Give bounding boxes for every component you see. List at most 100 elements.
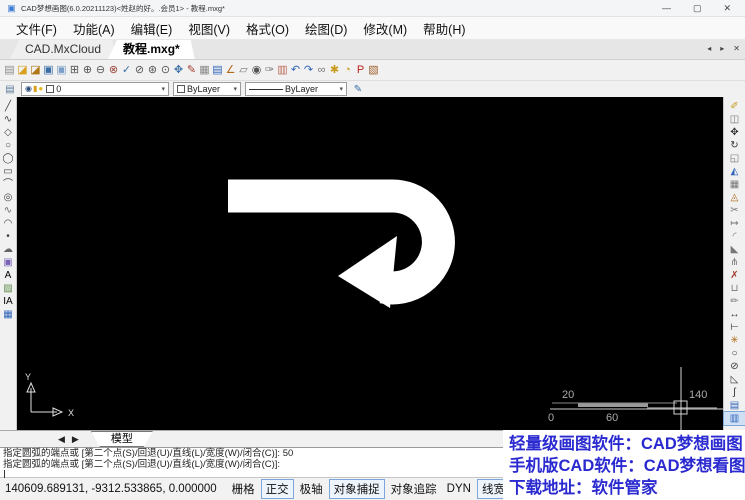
menu-file[interactable]: 文件(F) — [8, 19, 65, 38]
draw-donut-icon[interactable]: ◎ — [0, 191, 16, 204]
menu-edit[interactable]: 编辑(E) — [123, 19, 181, 38]
close-button[interactable]: ✕ — [723, 1, 731, 16]
menu-help[interactable]: 帮助(H) — [415, 19, 473, 38]
draw-rectangle-icon[interactable]: ▭ — [0, 165, 16, 178]
draw-ellipse-arc-icon[interactable]: ◠ — [0, 217, 16, 230]
area-icon[interactable]: ▱ — [237, 62, 250, 79]
tab-document[interactable]: 教程.mxg* — [108, 40, 195, 59]
block-icon[interactable]: ▣ — [0, 256, 16, 269]
save-as-icon[interactable]: ▣ — [55, 62, 68, 79]
find-icon[interactable]: ◉ — [250, 62, 263, 79]
rotate-icon[interactable]: ↻ — [724, 139, 745, 152]
regen-icon[interactable]: ▦ — [198, 62, 211, 79]
draw-ellipse-icon[interactable]: ◯ — [0, 152, 16, 165]
layer-dropdown[interactable]: ◉▮● 0 ▾ — [21, 82, 169, 96]
zoom-scale-icon[interactable]: ⊘ — [133, 62, 146, 79]
draw-arc-icon[interactable]: ⌒ — [0, 178, 16, 191]
tab-model[interactable]: 模型 — [91, 431, 153, 447]
move-icon[interactable]: ✥ — [724, 126, 745, 139]
zoom-in-icon[interactable]: ⊕ — [81, 62, 94, 79]
open-file-icon[interactable]: ◪ — [16, 62, 29, 79]
help-about-icon[interactable]: ◔ — [341, 62, 354, 79]
match-properties-icon[interactable]: ✑ — [263, 62, 276, 79]
group-icon[interactable]: ▤ — [724, 399, 745, 412]
redo-icon[interactable]: ↷ — [302, 62, 315, 79]
tab-cad-mxcloud[interactable]: CAD.MxCloud — [10, 40, 116, 59]
text-icon[interactable]: A — [0, 269, 16, 282]
toggle-dyn[interactable]: DYN — [443, 482, 475, 496]
scale-icon[interactable]: ◱ — [724, 152, 745, 165]
layout-next-icon[interactable]: ▶ — [72, 434, 79, 445]
zoom-realtime-icon[interactable]: ⊛ — [146, 62, 159, 79]
draw-spline-icon[interactable]: ∿ — [0, 204, 16, 217]
properties-icon[interactable]: ▥ — [724, 412, 745, 425]
maximize-button[interactable]: ▢ — [693, 1, 702, 16]
tab-scroll-right-icon[interactable]: ▸ — [720, 44, 724, 53]
break-icon[interactable]: ✗ — [724, 269, 745, 282]
edit-spline-icon[interactable]: ʃ — [724, 386, 745, 399]
copy-icon[interactable]: ◫ — [724, 113, 745, 126]
pencil-icon[interactable]: ✎ — [351, 84, 365, 95]
undo-icon[interactable]: ↶ — [289, 62, 302, 79]
stretch-icon[interactable]: ↔ — [724, 308, 745, 321]
menu-format[interactable]: 格式(O) — [238, 19, 297, 38]
draw-line-icon[interactable]: ╱ — [0, 100, 16, 113]
toggle-grid[interactable]: 栅格 — [228, 480, 259, 498]
image-icon[interactable]: ▨ — [0, 282, 16, 295]
minimize-button[interactable]: — — [662, 1, 671, 16]
toggle-ortho[interactable]: 正交 — [261, 479, 294, 499]
drawing-canvas[interactable]: Y X 20 140 0 60 — [17, 97, 723, 430]
toggle-osnap[interactable]: 对象捕捉 — [329, 479, 385, 499]
draw-point-icon[interactable]: • — [0, 230, 16, 243]
zoom-previous-icon[interactable]: ✓ — [120, 62, 133, 79]
chamfer-icon[interactable]: ◣ — [724, 243, 745, 256]
attribute-text-icon[interactable]: IA — [0, 295, 16, 308]
draw-revcloud-icon[interactable]: ☁ — [0, 243, 16, 256]
zoom-extents-icon[interactable]: ⊗ — [107, 62, 120, 79]
zoom-window-icon[interactable]: ⊞ — [68, 62, 81, 79]
erase-icon[interactable]: ✐ — [724, 100, 745, 113]
extend-icon[interactable]: ↦ — [724, 217, 745, 230]
explode-icon[interactable]: ✳ — [724, 334, 745, 347]
settings-icon[interactable]: ✱ — [328, 62, 341, 79]
break-at-point-icon[interactable]: ⋔ — [724, 256, 745, 269]
save-icon[interactable]: ▣ — [42, 62, 55, 79]
fillet-icon[interactable]: ◜ — [724, 230, 745, 243]
edit-polygon-icon[interactable]: ◺ — [724, 373, 745, 386]
color-dropdown[interactable]: ByLayer ▾ — [173, 82, 241, 96]
angle-icon[interactable]: ∠ — [224, 62, 237, 79]
layout-prev-icon[interactable]: ◀ — [58, 434, 65, 445]
hatch-icon[interactable]: ▦ — [0, 308, 16, 321]
menu-draw[interactable]: 绘图(D) — [297, 19, 355, 38]
pan-icon[interactable]: ✥ — [172, 62, 185, 79]
pedit-icon[interactable]: ✏ — [724, 295, 745, 308]
edit-circle-icon[interactable]: ○ — [724, 347, 745, 360]
array-icon[interactable]: ▦ — [724, 178, 745, 191]
edit-ellipse-icon[interactable]: ⊘ — [724, 360, 745, 373]
join-icon[interactable]: ⊔ — [724, 282, 745, 295]
toggle-polar[interactable]: 极轴 — [296, 480, 327, 498]
zoom-object-icon[interactable]: ⊙ — [159, 62, 172, 79]
draw-polyline-icon[interactable]: ∿ — [0, 113, 16, 126]
menu-view[interactable]: 视图(V) — [180, 19, 238, 38]
new-file-icon[interactable]: ▤ — [3, 62, 16, 79]
menu-modify[interactable]: 修改(M) — [355, 19, 415, 38]
mirror-icon[interactable]: ◭ — [724, 165, 745, 178]
open-cloud-icon[interactable]: ◪ — [29, 62, 42, 79]
linetype-dropdown[interactable]: ByLayer ▾ — [245, 82, 347, 96]
measure-icon[interactable]: ✎ — [185, 62, 198, 79]
offset-icon[interactable]: ◬ — [724, 191, 745, 204]
layer-manager-icon[interactable]: ▤ — [3, 84, 17, 95]
tab-scroll-left-icon[interactable]: ◂ — [707, 44, 711, 53]
layers-icon[interactable]: ▤ — [211, 62, 224, 79]
menu-function[interactable]: 功能(A) — [65, 19, 123, 38]
toggle-otrack[interactable]: 对象追踪 — [387, 480, 441, 498]
tab-close-icon[interactable]: ✕ — [733, 44, 740, 53]
link-icon[interactable]: ∞ — [315, 62, 328, 79]
export-pdf-icon[interactable]: P — [354, 62, 367, 79]
paste-icon[interactable]: ▥ — [276, 62, 289, 79]
zoom-out-icon[interactable]: ⊖ — [94, 62, 107, 79]
lengthen-icon[interactable]: ⊢ — [724, 321, 745, 334]
trim-icon[interactable]: ✂ — [724, 204, 745, 217]
draw-circle-icon[interactable]: ○ — [0, 139, 16, 152]
